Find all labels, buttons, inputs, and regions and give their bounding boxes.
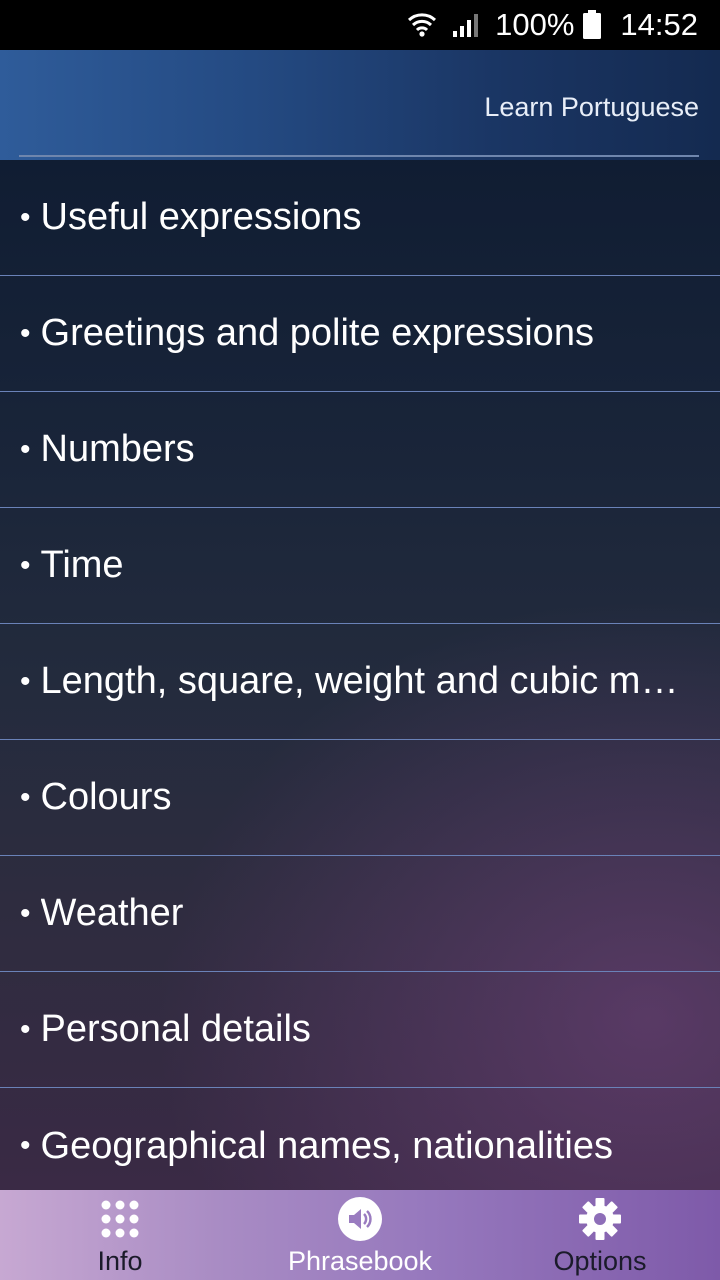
status-bar: 100% 14:52 (0, 0, 720, 50)
list-item-label: Colours (40, 776, 172, 818)
gear-icon (578, 1196, 622, 1242)
clock: 14:52 (620, 7, 698, 42)
grid-icon (100, 1196, 140, 1242)
list-item-label: Useful expressions (40, 196, 362, 238)
page-title: Learn Portuguese (484, 92, 699, 122)
list-item-measures[interactable]: • Length, square, weight and cubic m… (0, 624, 720, 740)
tab-options-label: Options (553, 1246, 647, 1276)
list-item-label: Personal details (40, 1008, 311, 1050)
list-item-label: Weather (40, 892, 184, 934)
list-item-useful-expressions[interactable]: • Useful expressions (0, 160, 720, 276)
bullet: • (20, 200, 31, 234)
list-item-colours[interactable]: • Colours (0, 740, 720, 856)
list-item-time[interactable]: • Time (0, 508, 720, 624)
list-item-label: Geographical names, nationalities (40, 1124, 613, 1167)
list-item-weather[interactable]: • Weather (0, 856, 720, 972)
bullet: • (20, 780, 31, 814)
bullet: • (20, 664, 31, 698)
list-item-label: Numbers (40, 428, 195, 470)
tab-info[interactable]: Info (0, 1190, 240, 1280)
list-item-label: Time (40, 544, 124, 586)
battery-icon (582, 10, 602, 40)
list-item-personal-details[interactable]: • Personal details (0, 972, 720, 1088)
speaker-icon (337, 1196, 383, 1242)
bullet: • (20, 548, 31, 582)
list-item-numbers[interactable]: • Numbers (0, 392, 720, 508)
bullet: • (20, 1012, 31, 1046)
signal-icon (451, 11, 481, 39)
battery-percent: 100% (495, 7, 575, 42)
tab-options[interactable]: Options (480, 1190, 720, 1280)
tab-phrasebook-label: Phrasebook (287, 1246, 433, 1276)
header-divider (19, 155, 699, 157)
bullet: • (20, 1129, 31, 1162)
bullet: • (20, 316, 31, 350)
list-item-label: Length, square, weight and cubic m… (40, 660, 679, 702)
bullet: • (20, 896, 31, 930)
wifi-icon (407, 11, 437, 39)
bottom-nav: Info Phrasebook Options (0, 1190, 720, 1280)
list-item-label: Greetings and polite expressions (40, 312, 594, 354)
bullet: • (20, 432, 31, 466)
tab-info-label: Info (97, 1246, 143, 1276)
list-item-greetings[interactable]: • Greetings and polite expressions (0, 276, 720, 392)
tab-phrasebook[interactable]: Phrasebook (240, 1190, 480, 1280)
category-list: • Useful expressions • Greetings and pol… (0, 160, 720, 1204)
list-item-geographical-names[interactable]: • Geographical names, nationalities (0, 1088, 720, 1204)
